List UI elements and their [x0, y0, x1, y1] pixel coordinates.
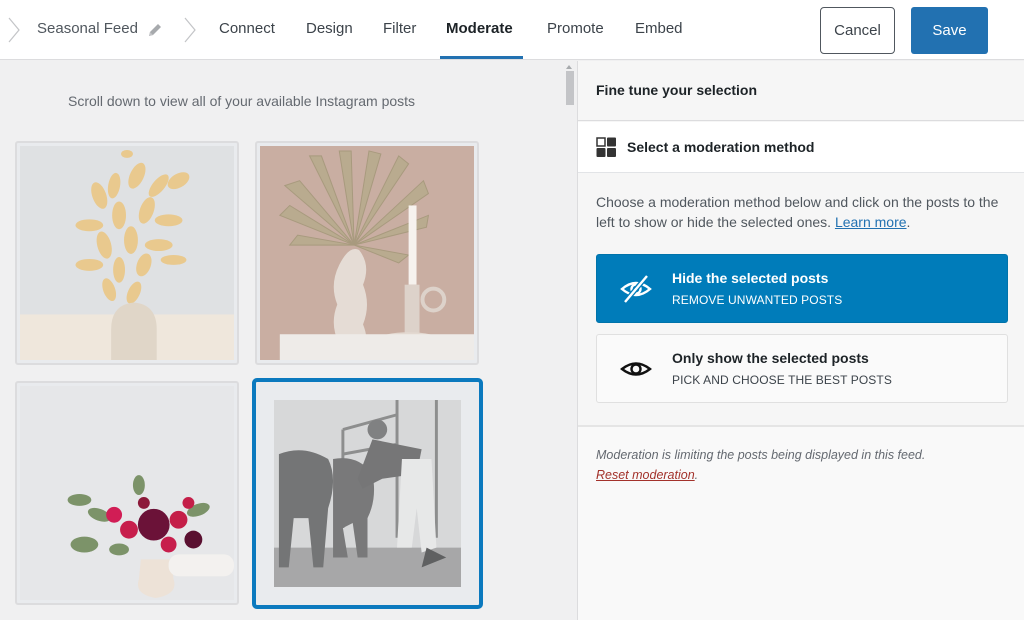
hide-selected-posts-option[interactable]: Hide the selected posts REMOVE UNWANTED …: [596, 254, 1008, 323]
panel-title: Fine tune your selection: [596, 82, 758, 98]
option-subtitle: REMOVE UNWANTED POSTS: [672, 293, 843, 307]
tab-promote[interactable]: Promote: [547, 20, 604, 37]
option-subtitle: PICK AND CHOOSE THE BEST POSTS: [672, 373, 892, 387]
moderation-notice: Moderation is limiting the posts being d…: [596, 448, 926, 482]
feed-preview: Scroll down to view all of your availabl…: [0, 61, 577, 620]
grid-icon: [596, 137, 616, 157]
post-image: [260, 146, 474, 360]
top-bar: Seasonal Feed Connect Design Filter Mode…: [0, 0, 1024, 60]
post-image: [20, 386, 234, 600]
tab-moderate[interactable]: Moderate: [446, 20, 513, 37]
panel-header: Fine tune your selection: [578, 61, 1024, 121]
learn-more-link[interactable]: Learn more: [835, 214, 907, 230]
post-image: [20, 146, 234, 360]
feed-name: Seasonal Feed: [37, 20, 138, 37]
notice-text: Moderation is limiting the posts being d…: [596, 448, 926, 462]
post-card[interactable]: [15, 141, 239, 365]
section-header: Select a moderation method: [578, 122, 1024, 173]
description-text: Choose a moderation method below and cli…: [596, 194, 999, 230]
preview-scrollbar[interactable]: [562, 61, 576, 620]
option-title: Hide the selected posts: [672, 270, 829, 286]
save-button[interactable]: Save: [911, 7, 988, 54]
customizer-panel: Fine tune your selection Select a modera…: [577, 61, 1024, 620]
eye-icon: [619, 354, 653, 384]
tab-design[interactable]: Design: [306, 20, 353, 37]
reset-moderation-link[interactable]: Reset moderation: [596, 468, 695, 482]
moderation-notice-area: Moderation is limiting the posts being d…: [578, 427, 1024, 620]
cancel-button[interactable]: Cancel: [820, 7, 895, 54]
scrollbar-thumb[interactable]: [566, 71, 574, 105]
section-title: Select a moderation method: [627, 139, 815, 155]
post-card-selected[interactable]: [252, 378, 483, 609]
chevron-right-icon: [183, 16, 197, 44]
active-tab-indicator: [440, 56, 523, 59]
post-image: [274, 400, 461, 587]
scroll-hint: Scroll down to view all of your availabl…: [68, 93, 416, 109]
option-title: Only show the selected posts: [672, 350, 869, 366]
scroll-up-arrow-icon[interactable]: [566, 65, 572, 69]
eye-slash-icon: [619, 274, 653, 304]
tab-connect[interactable]: Connect: [219, 20, 275, 37]
post-card[interactable]: [15, 381, 239, 605]
pencil-icon[interactable]: [146, 21, 164, 39]
only-show-selected-posts-option[interactable]: Only show the selected posts PICK AND CH…: [596, 334, 1008, 403]
tab-embed[interactable]: Embed: [635, 20, 683, 37]
moderation-description: Choose a moderation method below and cli…: [596, 194, 999, 230]
tab-filter[interactable]: Filter: [383, 20, 416, 37]
chevron-right-icon: [7, 16, 21, 44]
post-card[interactable]: [255, 141, 479, 365]
